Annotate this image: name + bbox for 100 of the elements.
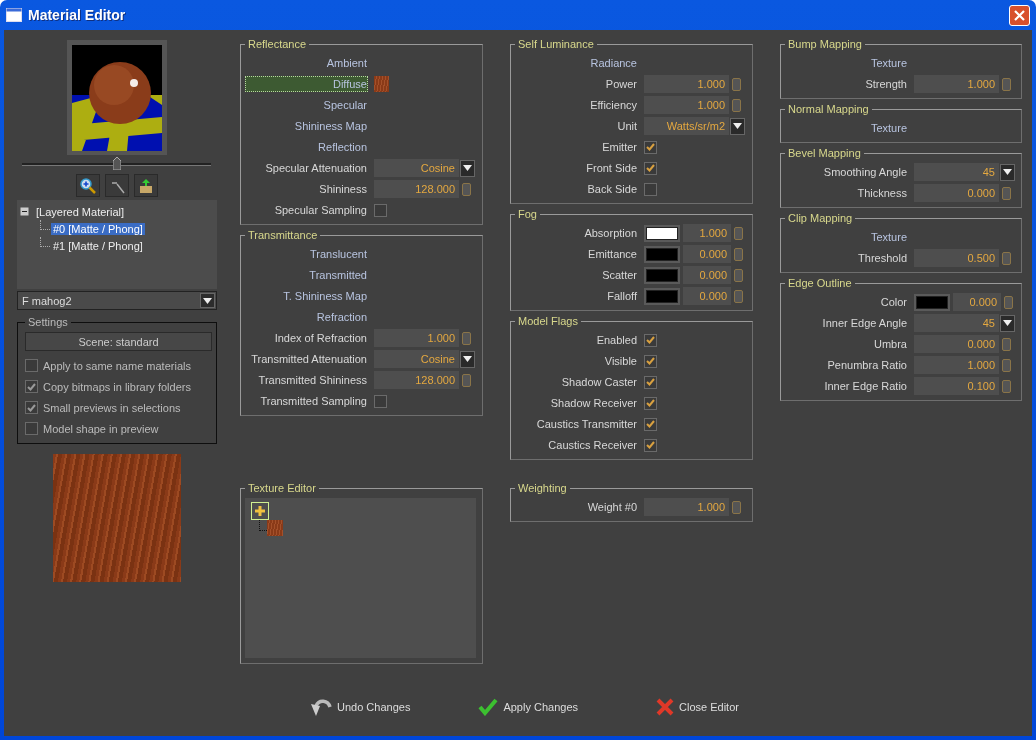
spinner-handle[interactable] (732, 500, 741, 514)
field-label: Efficiency (589, 99, 638, 111)
dropdown-field[interactable]: Watts/sr/m2 (644, 117, 729, 135)
checkbox[interactable] (644, 182, 657, 196)
dropdown-button[interactable] (460, 159, 475, 177)
spinner-handle[interactable] (732, 98, 741, 112)
spinner-handle[interactable] (734, 289, 743, 303)
checkbox[interactable] (644, 396, 657, 410)
spinner-handle[interactable] (1002, 186, 1011, 200)
map-slot-link[interactable]: Translucent (245, 246, 368, 262)
map-slot-link[interactable]: Specular (245, 97, 368, 113)
dropdown-button[interactable] (460, 350, 475, 368)
checkbox[interactable] (25, 422, 38, 435)
checkbox[interactable] (25, 359, 38, 372)
spinner-handle[interactable] (734, 226, 743, 240)
map-slot-link[interactable]: Refraction (245, 309, 368, 325)
dropdown-field[interactable]: Cosine (374, 350, 459, 368)
spinner-handle[interactable] (1002, 358, 1011, 372)
dropdown-field[interactable]: 45 (914, 314, 999, 332)
plus-icon (254, 505, 266, 517)
number-field[interactable]: 0.000 (683, 245, 731, 263)
checkbox[interactable] (644, 333, 657, 347)
material-dropdown[interactable]: F mahog2 (17, 291, 217, 310)
map-slot-link[interactable]: Ambient (245, 55, 368, 71)
number-field[interactable]: 1.000 (644, 75, 729, 93)
import-button[interactable] (134, 174, 158, 197)
checkbox[interactable] (644, 375, 657, 389)
color-swatch[interactable] (644, 224, 680, 242)
spinner-handle[interactable] (734, 268, 743, 282)
map-slot-link[interactable]: Shininess Map (245, 118, 368, 134)
number-field[interactable]: 0.000 (953, 293, 1001, 311)
map-slot-link[interactable]: Radiance (515, 55, 638, 71)
map-slot-link[interactable]: Reflection (245, 139, 368, 155)
tree-item[interactable]: #1 [Matte / Phong] (51, 239, 145, 252)
color-swatch[interactable] (914, 293, 950, 311)
collapse-icon[interactable] (20, 207, 29, 216)
spinner-handle[interactable] (462, 373, 471, 387)
map-slot-link[interactable]: Transmitted (245, 267, 368, 283)
number-field[interactable]: 1.000 (683, 224, 731, 242)
number-field[interactable]: 0.000 (683, 287, 731, 305)
number-field[interactable]: 0.000 (914, 335, 999, 353)
zoom-button[interactable] (76, 174, 100, 197)
checkbox[interactable] (644, 140, 657, 154)
dropdown-button[interactable] (730, 117, 745, 135)
close-button[interactable]: Close Editor (654, 696, 741, 718)
number-field[interactable]: 0.500 (914, 249, 999, 267)
map-slot-link[interactable]: T. Shininess Map (245, 288, 368, 304)
spinner-handle[interactable] (1004, 295, 1013, 309)
spinner-handle[interactable] (734, 247, 743, 261)
spinner-handle[interactable] (1002, 379, 1011, 393)
color-swatch[interactable] (644, 266, 680, 284)
checkbox[interactable] (25, 380, 38, 393)
number-field[interactable]: 0.000 (683, 266, 731, 284)
number-field[interactable]: 1.000 (914, 75, 999, 93)
spinner-handle[interactable] (1002, 251, 1011, 265)
checkbox[interactable] (25, 401, 38, 414)
field-label: Transmitted Shininess (257, 374, 368, 386)
texture-node[interactable] (267, 520, 283, 536)
add-node-button[interactable] (251, 502, 269, 520)
close-button[interactable] (1009, 4, 1030, 26)
map-slot-link[interactable]: Texture (785, 55, 908, 71)
dropdown-field[interactable]: 45 (914, 163, 999, 181)
checkbox[interactable] (644, 161, 657, 175)
number-field[interactable]: 0.100 (914, 377, 999, 395)
number-field[interactable]: 1.000 (914, 356, 999, 374)
magnifier-icon (79, 176, 97, 195)
number-field[interactable]: 1.000 (374, 329, 459, 347)
spinner-handle[interactable] (732, 77, 741, 91)
dropdown-field[interactable]: Cosine (374, 159, 459, 177)
field-label: Umbra (873, 338, 908, 350)
slider-thumb[interactable] (112, 157, 121, 170)
checkbox[interactable] (374, 394, 387, 408)
number-field[interactable]: 128.000 (374, 371, 459, 389)
map-slot-link[interactable]: Diffuse (245, 76, 368, 92)
dropdown-button[interactable] (1000, 314, 1015, 332)
number-field[interactable]: 0.000 (914, 184, 999, 202)
map-slot-link[interactable]: Texture (785, 120, 908, 136)
texture-thumbnail[interactable] (374, 76, 389, 92)
number-field[interactable]: 128.000 (374, 180, 459, 198)
wand-button[interactable] (105, 174, 129, 197)
undo-button[interactable]: Undo Changes (308, 695, 413, 719)
apply-button[interactable]: Apply Changes (476, 696, 580, 718)
spinner-handle[interactable] (462, 182, 471, 196)
color-swatch[interactable] (644, 245, 680, 263)
checkbox[interactable] (644, 417, 657, 431)
checkbox[interactable] (644, 354, 657, 368)
tree-item[interactable]: [Layered Material] (34, 205, 127, 218)
checkbox[interactable] (644, 438, 657, 452)
scene-button[interactable]: Scene: standard (25, 332, 212, 351)
checkbox[interactable] (374, 203, 387, 217)
spinner-handle[interactable] (462, 331, 471, 345)
number-field[interactable]: 1.000 (644, 96, 729, 114)
dropdown-button[interactable] (1000, 163, 1015, 181)
spinner-handle[interactable] (1002, 77, 1011, 91)
tree-item[interactable]: #0 [Matte / Phong] (51, 222, 145, 235)
zoom-slider[interactable] (22, 159, 211, 169)
map-slot-link[interactable]: Texture (785, 229, 908, 245)
color-swatch[interactable] (644, 287, 680, 305)
spinner-handle[interactable] (1002, 337, 1011, 351)
number-field[interactable]: 1.000 (644, 498, 729, 516)
